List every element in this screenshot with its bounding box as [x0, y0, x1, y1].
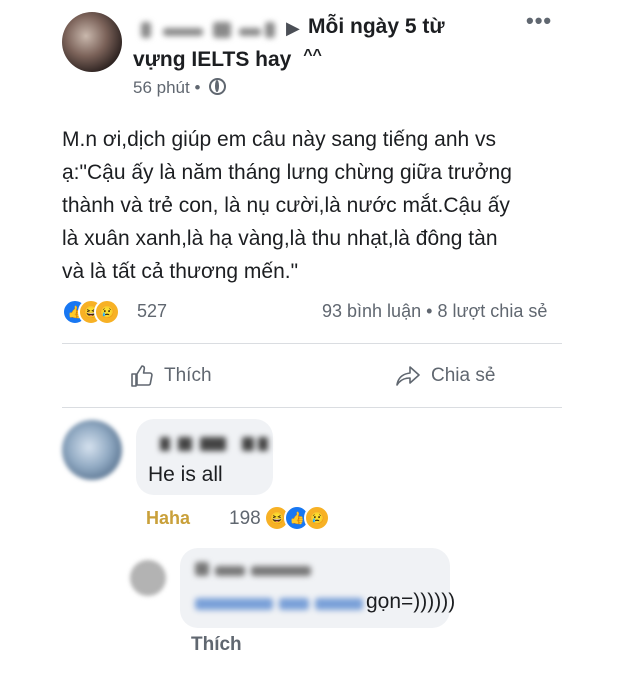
post-text: M.n ơi,dịch giúp em câu này sang tiếng a… [62, 123, 562, 288]
commenter-name-redacted[interactable] [160, 437, 270, 453]
divider [62, 407, 562, 408]
post-text-line: M.n ơi,dịch giúp em câu này sang tiếng a… [62, 128, 497, 151]
reply-bubble [180, 548, 450, 628]
reply-name-redacted[interactable] [195, 562, 335, 582]
sad-reaction-icon: 😢 [94, 299, 120, 325]
time-separator: • [194, 78, 201, 97]
sad-reaction-icon: 😢 [304, 505, 330, 531]
group-name-text[interactable]: vựng IELTS hay [133, 48, 291, 71]
like-button[interactable]: Thích [130, 364, 212, 388]
shared-to-arrow-icon: ▶ [286, 18, 300, 38]
divider [62, 343, 562, 344]
group-name-line1[interactable]: Mỗi ngày 5 từ [308, 15, 445, 39]
more-dots-icon[interactable]: ••• [526, 8, 552, 34]
group-name-line2[interactable]: vựng IELTS hay ^^ [133, 47, 322, 72]
comments-count[interactable]: 93 bình luận [322, 301, 421, 321]
reaction-count[interactable]: 527 [137, 301, 167, 322]
comment-reaction-count[interactable]: 198 [229, 508, 261, 530]
time-text[interactable]: 56 phút [133, 78, 190, 97]
stats-separator: • [426, 301, 433, 321]
shares-count[interactable]: 8 lượt chia sẻ [437, 301, 547, 321]
post-timestamp[interactable]: 56 phút • [133, 78, 227, 98]
thumbs-up-icon [131, 365, 153, 387]
reply-avatar[interactable] [130, 560, 166, 596]
post-text-line: thành và trẻ con, là nụ cười,là nước mắt… [62, 194, 510, 217]
share-label[interactable]: Chia sẻ [431, 365, 495, 387]
poster-name-redacted[interactable] [137, 16, 277, 44]
share-button[interactable]: Chia sẻ [395, 364, 495, 388]
share-arrow-icon [396, 366, 420, 386]
group-name-suffix: ^^ [303, 47, 322, 64]
comment-haha-link[interactable]: Haha [146, 508, 190, 529]
reply-text: gọn=)))))) [366, 590, 456, 613]
post-text-line: và là tất cả thương mến." [62, 260, 299, 283]
commenter-avatar[interactable] [62, 420, 122, 480]
post-stats: 93 bình luận • 8 lượt chia sẻ [322, 301, 547, 322]
comment-reaction-icons[interactable]: 😆 👍 😢 [264, 505, 340, 531]
post-text-line: là xuân xanh,là hạ vàng,là thu nhạt,là đ… [62, 227, 498, 250]
comment-text: He is all [148, 463, 223, 486]
poster-avatar[interactable] [62, 12, 122, 72]
post-text-line: ạ:"Cậu ấy là năm tháng lưng chừng giữa t… [62, 161, 512, 184]
like-label[interactable]: Thích [164, 365, 212, 387]
post-reaction-icons[interactable]: 👍 😆 😢 [62, 299, 136, 325]
globe-icon [209, 78, 227, 95]
reply-like-link[interactable]: Thích [191, 634, 242, 656]
reply-mention-redacted[interactable] [195, 596, 367, 614]
